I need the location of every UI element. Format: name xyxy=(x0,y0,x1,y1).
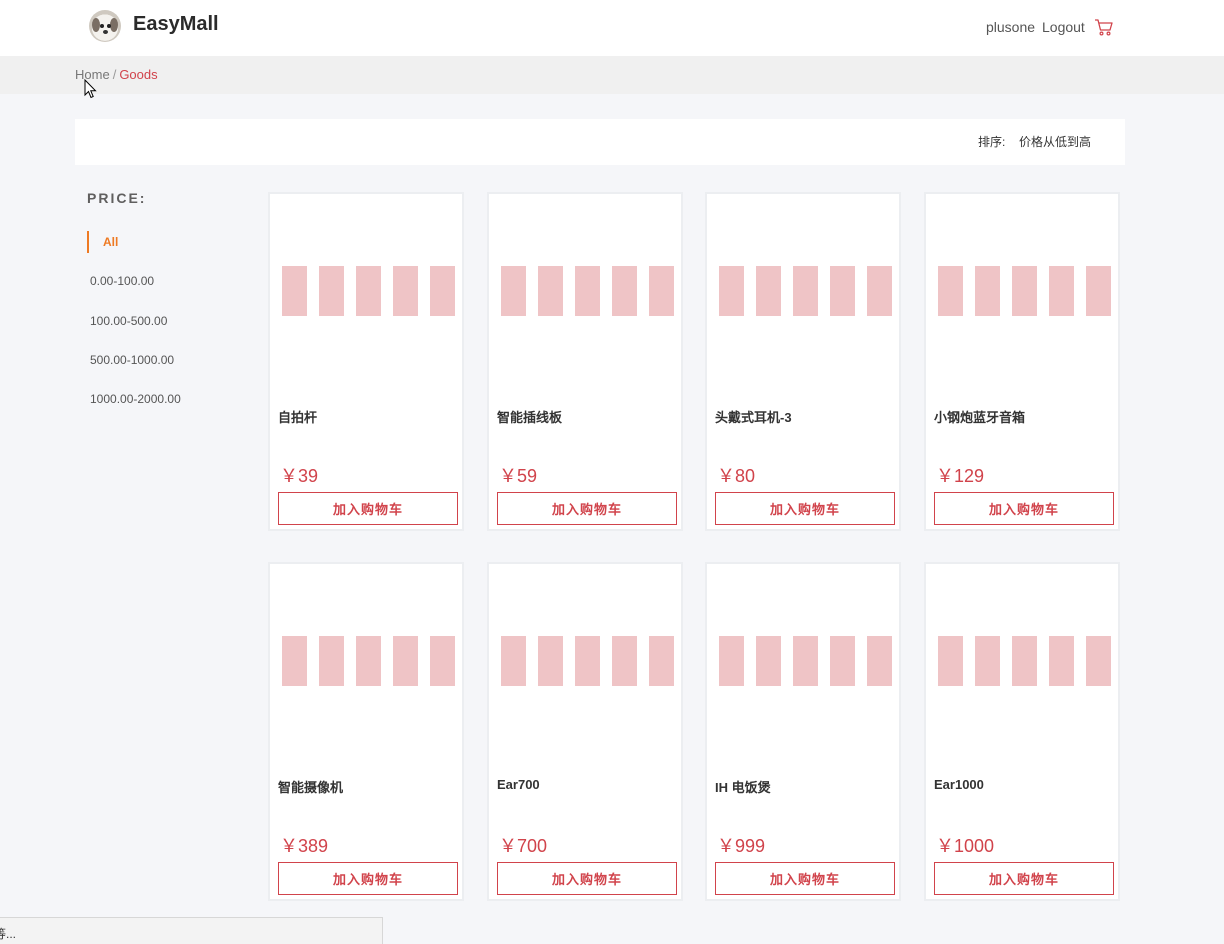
price-filter-100-500[interactable]: 100.00-500.00 xyxy=(90,314,167,328)
product-image-placeholder[interactable] xyxy=(501,266,675,316)
product-image-placeholder[interactable] xyxy=(719,636,893,686)
product-card[interactable]: IH 电饭煲 ￥999 加入购物车 xyxy=(705,562,901,901)
product-card[interactable]: 自拍杆 ￥39 加入购物车 xyxy=(268,192,464,531)
product-card[interactable]: 智能插线板 ￥59 加入购物车 xyxy=(487,192,683,531)
product-name: Ear1000 xyxy=(934,777,984,792)
add-to-cart-button[interactable]: 加入购物车 xyxy=(278,862,458,895)
logo-avatar[interactable] xyxy=(89,10,121,42)
product-card[interactable]: Ear1000 ￥1000 加入购物车 xyxy=(924,562,1120,901)
add-to-cart-button[interactable]: 加入购物车 xyxy=(934,862,1114,895)
price-filter-500-1000[interactable]: 500.00-1000.00 xyxy=(90,353,174,367)
product-card[interactable]: Ear700 ￥700 加入购物车 xyxy=(487,562,683,901)
price-filter-1000-2000[interactable]: 1000.00-2000.00 xyxy=(90,392,181,406)
product-name: IH 电饭煲 xyxy=(715,780,771,795)
add-to-cart-button[interactable]: 加入购物车 xyxy=(497,862,677,895)
sort-price-ascending[interactable]: 价格从低到高 xyxy=(1019,133,1091,150)
product-price: ￥80 xyxy=(717,466,756,486)
product-card[interactable]: 头戴式耳机-3 ￥80 加入购物车 xyxy=(705,192,901,531)
mouse-cursor-icon xyxy=(84,79,97,99)
add-to-cart-button[interactable]: 加入购物车 xyxy=(715,492,895,525)
price-filter-all[interactable]: All xyxy=(87,231,118,253)
logout-link[interactable]: Logout xyxy=(1042,19,1085,35)
user-link[interactable]: plusone xyxy=(986,19,1035,35)
product-price: ￥700 xyxy=(499,836,548,856)
product-image-placeholder[interactable] xyxy=(938,266,1112,316)
product-price: ￥59 xyxy=(499,466,538,486)
product-name: 智能插线板 xyxy=(497,410,563,425)
add-to-cart-button[interactable]: 加入购物车 xyxy=(934,492,1114,525)
status-text: 等... xyxy=(0,927,17,941)
product-price: ￥39 xyxy=(280,466,319,486)
add-to-cart-button[interactable]: 加入购物车 xyxy=(278,492,458,525)
sort-label: 排序: xyxy=(978,135,1006,149)
product-card[interactable]: 小钢炮蓝牙音箱 ￥129 加入购物车 xyxy=(924,192,1120,531)
browser-status-bar: 等... xyxy=(0,917,383,944)
cart-icon[interactable] xyxy=(1094,17,1114,37)
brand-name[interactable]: EasyMall xyxy=(133,13,219,36)
product-image-placeholder[interactable] xyxy=(282,636,456,686)
product-name: 智能摄像机 xyxy=(278,780,344,795)
add-to-cart-button[interactable]: 加入购物车 xyxy=(715,862,895,895)
product-price: ￥389 xyxy=(280,836,329,856)
product-image-placeholder[interactable] xyxy=(501,636,675,686)
sort-bar: 排序: 价格从低到高 xyxy=(75,119,1125,165)
breadcrumb-separator: / xyxy=(112,67,117,82)
price-filter-title: PRICE: xyxy=(87,190,147,206)
product-card[interactable]: 智能摄像机 ￥389 加入购物车 xyxy=(268,562,464,901)
breadcrumb-bar: Home / Goods xyxy=(0,56,1224,94)
product-price: ￥999 xyxy=(717,836,766,856)
product-image-placeholder[interactable] xyxy=(719,266,893,316)
product-name: 头戴式耳机-3 xyxy=(715,410,792,425)
product-price: ￥1000 xyxy=(936,836,995,856)
add-to-cart-button[interactable]: 加入购物车 xyxy=(497,492,677,525)
product-image-placeholder[interactable] xyxy=(282,266,456,316)
breadcrumb-current: Goods xyxy=(119,67,158,82)
product-price: ￥129 xyxy=(936,466,985,486)
price-filter-0-100[interactable]: 0.00-100.00 xyxy=(90,274,154,288)
product-name: Ear700 xyxy=(497,777,540,792)
top-header: EasyMall plusone Logout xyxy=(0,0,1224,56)
product-image-placeholder[interactable] xyxy=(938,636,1112,686)
product-name: 自拍杆 xyxy=(278,410,318,425)
product-name: 小钢炮蓝牙音箱 xyxy=(934,410,1026,425)
